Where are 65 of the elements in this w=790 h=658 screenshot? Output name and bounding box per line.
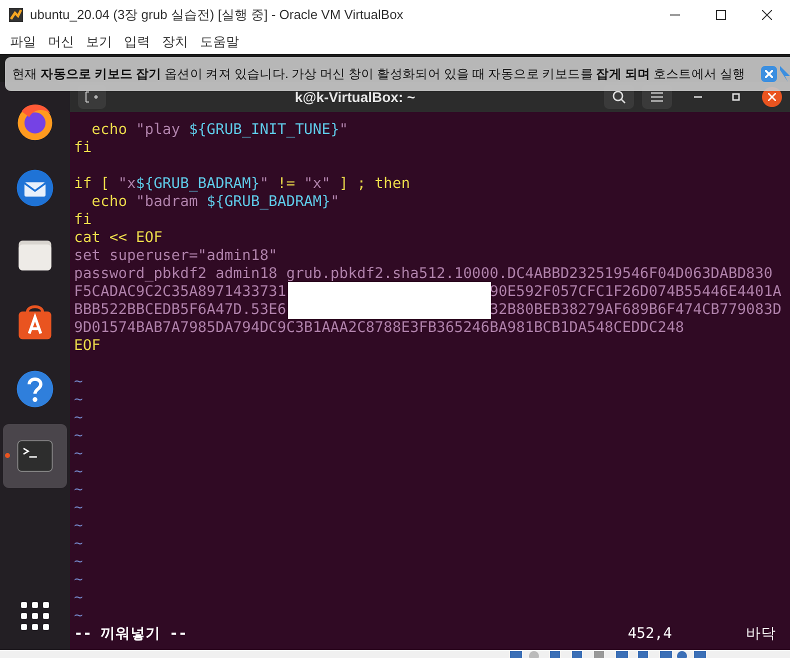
code-text: ] ; then (338, 175, 410, 192)
code-text: " (330, 193, 340, 210)
app-logo-icon (8, 7, 24, 23)
code-text: cat << EOF (74, 229, 162, 246)
editor-mode: -- 끼워넣기 -- (74, 625, 188, 643)
empty-line-marker: ~ (74, 409, 83, 426)
close-icon (762, 10, 772, 20)
new-tab-icon (85, 90, 99, 104)
scroll-position: 바닥 (746, 625, 776, 643)
code-text: " (339, 121, 348, 138)
menu-item[interactable]: 도움말 (194, 32, 245, 52)
code-text: ${GRUB_BADRAM} (206, 193, 330, 210)
minimize-icon (694, 96, 702, 98)
menu-icon (651, 92, 663, 102)
maximize-icon (732, 93, 740, 101)
empty-line-marker: ~ (74, 391, 83, 408)
close-icon (765, 70, 773, 78)
empty-line-marker: ~ (74, 571, 83, 588)
code-text: "x" (304, 175, 330, 192)
code-text: fi (74, 139, 92, 156)
menu-item[interactable]: 장치 (156, 32, 194, 52)
empty-line-marker: ~ (74, 445, 83, 462)
empty-line-marker: ~ (74, 517, 83, 534)
empty-line-marker: ~ (74, 499, 83, 516)
code-text: " (260, 175, 269, 192)
code-text: "badram (136, 193, 199, 210)
code-text: echo (90, 121, 128, 138)
maximize-icon (716, 10, 726, 20)
code-text: fi (74, 211, 92, 228)
menu-item[interactable]: 머신 (42, 32, 80, 52)
empty-line-marker: ~ (74, 481, 83, 498)
code-text: ${GRUB_INIT_TUNE} (188, 121, 340, 138)
empty-line-marker: ~ (74, 427, 83, 444)
code-text: echo (90, 193, 128, 210)
cursor-position: 452,4 (628, 625, 672, 643)
grid-icon (19, 600, 51, 632)
close-notification-button[interactable] (761, 66, 777, 82)
empty-line-marker: ~ (74, 535, 83, 552)
code-text: 90E592F057CFC1F26D074B55446E4401A (490, 283, 782, 301)
close-icon (768, 93, 776, 101)
code-text: != (276, 175, 296, 192)
menu-item[interactable]: 파일 (4, 32, 42, 52)
window-title: ubuntu_20.04 (3장 grub 실습전) [실행 중] - Oracle VM VirtualBox (30, 6, 404, 24)
mouse-pointer-icon (780, 66, 790, 82)
code-text: 9D01574BAB7A7985DA794DC9C3B1AAA2C8788E3FB365246BA981BCB1DA548CEDDC248 (74, 319, 684, 336)
code-text: ${GRUB_BADRAM} (136, 175, 260, 192)
menu-item[interactable]: 보기 (80, 32, 118, 52)
empty-line-marker: ~ (74, 463, 83, 480)
code-text: 32B80BEB38279AF689B6F474CB779083D (490, 301, 782, 319)
code-text: "x (118, 175, 136, 192)
empty-line-marker: ~ (74, 553, 83, 570)
notification-text: 현재 자동으로 키보드 잡기 옵션이 켜져 있습니다. 가상 머신 창이 활성화되어 있을 때 자동으로 키보드를 잡게 되며 호스트에서 실행 (12, 66, 746, 83)
empty-line-marker: ~ (74, 373, 83, 390)
code-text: EOF (74, 337, 101, 354)
code-text: set superuser="admin18" (74, 247, 278, 264)
terminal-title: k@k-VirtualBox: ~ (294, 88, 416, 106)
code-text: password_pbkdf2 admin18 grub.pbkdf2.sha512.10000.DC4ABBD232519546F04D063DABD830 (74, 265, 773, 282)
empty-line-marker: ~ (74, 589, 83, 606)
search-icon (612, 90, 626, 104)
code-text: "play (136, 121, 182, 138)
menu-item[interactable]: 입력 (118, 32, 156, 52)
code-text: F5CADAC9C2C35A8971433731 (74, 283, 286, 301)
empty-line-marker: ~ (74, 607, 83, 624)
code-text: if [ (74, 175, 110, 192)
code-text: BBB522BBCEDB5F6A47D.53E6 (74, 301, 286, 319)
